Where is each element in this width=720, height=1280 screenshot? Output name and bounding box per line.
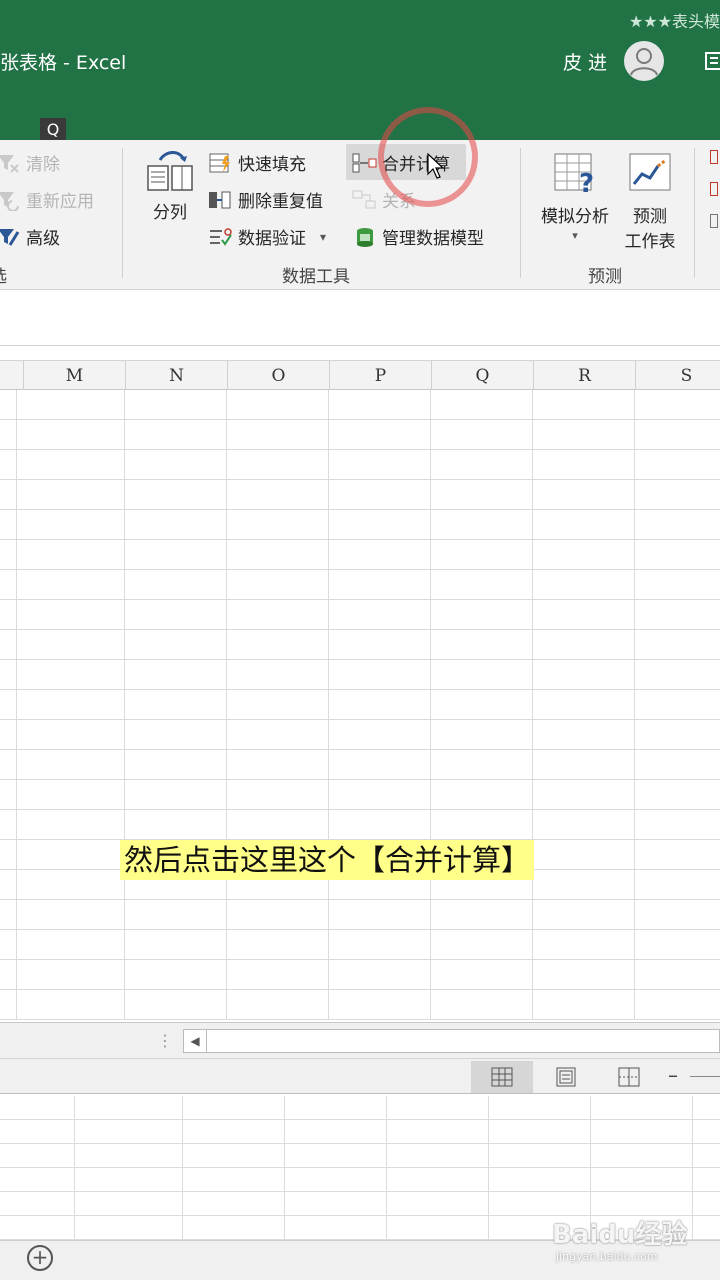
clear-label: 清除 (26, 155, 60, 175)
outline-group-partial (710, 150, 720, 250)
text-to-columns-icon (147, 151, 193, 191)
ribbon-separator (520, 148, 521, 278)
user-name[interactable]: 皮 进 (563, 48, 607, 75)
what-if-label: 模拟分析 (541, 207, 609, 227)
page-layout-icon (556, 1067, 576, 1087)
remove-duplicates-icon (209, 191, 231, 208)
user-icon (630, 48, 658, 76)
forecast-group-label: 预测 (588, 267, 622, 287)
reapply-icon (0, 191, 19, 211)
advanced-filter-icon (0, 228, 20, 246)
ribbon-separator (694, 148, 695, 278)
flash-fill-icon (209, 153, 230, 172)
clear-filter-button[interactable]: 清除 (0, 150, 60, 175)
baidu-watermark-url: jingyan.baidu.com (556, 1250, 658, 1263)
normal-view-icon (491, 1067, 513, 1087)
reapply-button[interactable]: 重新应用 (0, 187, 94, 212)
page-break-view-button[interactable] (598, 1061, 660, 1093)
column-header-r[interactable]: R (533, 361, 635, 391)
tutorial-caption: 然后点击这里这个【合并计算】 (120, 840, 535, 880)
ribbon-separator (122, 148, 123, 278)
formula-bar[interactable] (0, 300, 720, 346)
consolidate-icon (352, 153, 377, 172)
flash-fill-button[interactable]: 快速填充 (208, 150, 306, 175)
advanced-label: 高级 (26, 229, 60, 249)
column-header-m[interactable]: M (23, 361, 125, 391)
text-to-columns-label: 分列 (153, 203, 187, 223)
scroll-left-button[interactable]: ◀ (183, 1029, 207, 1053)
column-header-q[interactable]: Q (431, 361, 533, 391)
text-to-columns-button[interactable]: 分列 (144, 150, 196, 223)
svg-text:?: ? (579, 169, 594, 198)
title-bar: ★★★表头模 张表格 - Excel 皮 进 Q (0, 0, 720, 144)
forecast-sheet-icon (629, 153, 671, 191)
flash-fill-label: 快速填充 (238, 155, 306, 175)
zoom-slider[interactable] (690, 1076, 720, 1077)
quick-title-strip: ★★★表头模 (628, 12, 720, 31)
data-validation-label: 数据验证 (238, 229, 306, 249)
chevron-down-icon: ▾ (572, 229, 578, 242)
relationships-icon (352, 190, 376, 208)
outline-icon (710, 150, 718, 164)
what-if-icon: ? (554, 153, 594, 198)
data-model-icon (357, 227, 373, 247)
page-break-icon (618, 1067, 640, 1087)
normal-view-button[interactable] (471, 1061, 533, 1093)
column-header-row: M N O P Q R S (0, 360, 720, 391)
share-icon[interactable] (704, 50, 720, 72)
forecast-sheet-label-line2: 工作表 (624, 232, 676, 252)
advanced-filter-button[interactable]: 高级 (0, 224, 60, 249)
remove-duplicates-button[interactable]: 删除重复值 (208, 187, 323, 212)
manage-data-model-button[interactable]: 管理数据模型 (352, 224, 484, 249)
data-tools-group-label: 数据工具 (282, 267, 350, 287)
remove-duplicates-label: 删除重复值 (238, 192, 323, 212)
outline-icon (710, 214, 718, 228)
zoom-out-button[interactable]: – (668, 1063, 678, 1087)
worksheet-grid[interactable] (0, 390, 720, 1020)
add-sheet-button[interactable]: + (27, 1245, 53, 1271)
filter-group-label: 选 (0, 262, 7, 287)
manage-data-model-label: 管理数据模型 (382, 229, 484, 249)
column-header-s[interactable]: S (635, 361, 720, 391)
horizontal-scroll-area: ⋮ ◀ (0, 1022, 720, 1058)
column-header-n[interactable]: N (125, 361, 227, 391)
column-header-p[interactable]: P (329, 361, 431, 391)
mouse-cursor-icon (427, 153, 445, 179)
reapply-label: 重新应用 (26, 192, 94, 212)
chevron-down-icon[interactable]: ▾ (320, 230, 326, 244)
column-header-o[interactable]: O (227, 361, 329, 391)
forecast-sheet-label-line1: 预测 (633, 207, 667, 227)
page-layout-view-button[interactable] (535, 1061, 597, 1093)
status-bar: – (0, 1058, 720, 1094)
clear-filter-icon (0, 154, 19, 173)
forecast-sheet-button[interactable]: 预测 工作表 (620, 150, 680, 252)
avatar[interactable] (624, 41, 664, 81)
outline-icon (710, 182, 718, 196)
document-title: 张表格 - Excel (0, 52, 127, 74)
data-validation-icon (210, 227, 232, 246)
what-if-analysis-button[interactable]: ? 模拟分析 ▾ (532, 150, 618, 242)
horizontal-scrollbar[interactable] (207, 1029, 720, 1053)
data-validation-button[interactable]: 数据验证 ▾ (208, 224, 326, 249)
splitter-handle-icon[interactable]: ⋮ (157, 1031, 173, 1050)
baidu-watermark: Baidu经验 (552, 1220, 688, 1250)
